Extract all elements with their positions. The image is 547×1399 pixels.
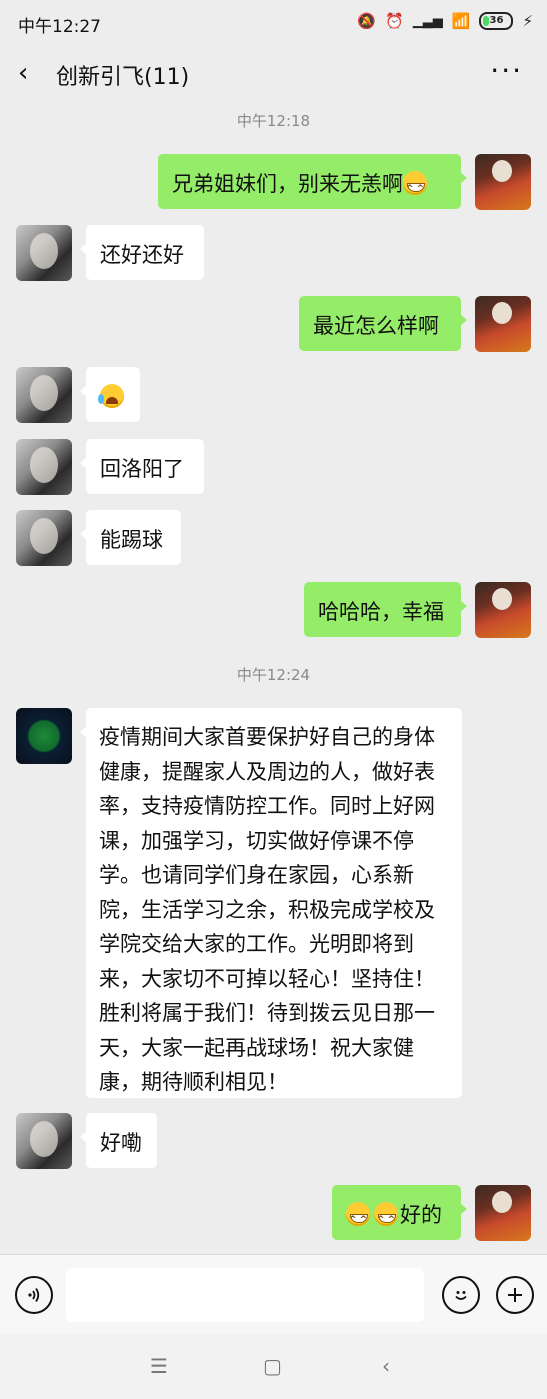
message-bubble-incoming[interactable]: 回洛阳了 <box>80 439 204 494</box>
back-nav-icon[interactable]: ‹ <box>382 1354 390 1378</box>
chat-header: ‹ 创新引飞(11) ··· <box>0 46 547 102</box>
message-text: 能踢球 <box>100 528 163 552</box>
message-input[interactable] <box>66 1268 424 1322</box>
message-bubble-incoming[interactable] <box>80 367 140 422</box>
sender-avatar[interactable] <box>16 708 72 764</box>
message-bubble-outgoing[interactable]: 哈哈哈，幸福 <box>304 582 467 637</box>
message-text: 好嘞 <box>100 1131 142 1155</box>
status-icons: 🔕 ⏰ ▁▃▅ 📶 36 ⚡ <box>357 12 533 30</box>
grin-emoji-icon <box>403 171 427 206</box>
message-text: 疫情期间大家首要保护好自己的身体健康，提醒家人及周边的人，做好表率，支持疫情防控… <box>99 725 435 1094</box>
battery-level: 36 <box>489 15 504 26</box>
status-bar: 中午12:27 🔕 ⏰ ▁▃▅ 📶 36 ⚡ <box>0 0 547 46</box>
message-text: 回洛阳了 <box>100 457 184 481</box>
my-avatar[interactable] <box>475 154 531 210</box>
message-bubble-incoming[interactable]: 好嘞 <box>80 1113 157 1168</box>
timestamp: 中午12:24 <box>236 666 311 684</box>
grin-emoji-icon <box>374 1202 398 1237</box>
smiley-icon[interactable] <box>442 1276 480 1314</box>
message-bubble-incoming[interactable]: 疫情期间大家首要保护好自己的身体健康，提醒家人及周边的人，做好表率，支持疫情防控… <box>80 708 462 1098</box>
message-bubble-outgoing[interactable]: 最近怎么样啊 <box>299 296 467 351</box>
back-icon[interactable]: ‹ <box>18 58 28 88</box>
friend-avatar[interactable] <box>16 367 72 423</box>
grin-emoji-icon <box>346 1202 370 1237</box>
plus-icon[interactable] <box>496 1276 534 1314</box>
voice-waves <box>28 1287 40 1303</box>
menu-icon[interactable]: ☰ <box>150 1354 168 1378</box>
status-time: 中午12:27 <box>18 17 101 37</box>
chat-title: 创新引飞(11) <box>56 65 190 90</box>
message-bubble-incoming[interactable]: 能踢球 <box>80 510 181 565</box>
charging-icon: ⚡ <box>522 12 533 30</box>
mute-icon: 🔕 <box>357 12 377 30</box>
message-list[interactable]: 中午12:18 兄弟姐妹们，别来无恙啊 还好还好 最近怎么样啊 回洛阳了 能踢球… <box>0 102 547 1254</box>
message-bubble-incoming[interactable]: 还好还好 <box>80 225 204 280</box>
alarm-icon: ⏰ <box>385 12 404 30</box>
voice-icon[interactable] <box>15 1276 53 1314</box>
signal-icon: ▁▃▅ <box>412 13 443 29</box>
message-text: 好的 <box>400 1203 442 1227</box>
more-options-icon[interactable]: ··· <box>490 54 523 87</box>
battery-icon: 36 <box>479 12 514 30</box>
my-avatar[interactable] <box>475 582 531 638</box>
timestamp: 中午12:18 <box>236 112 311 130</box>
message-text: 最近怎么样啊 <box>313 314 439 338</box>
message-bubble-outgoing[interactable]: 好的 <box>332 1185 467 1240</box>
friend-avatar[interactable] <box>16 510 72 566</box>
my-avatar[interactable] <box>475 296 531 352</box>
input-bar <box>0 1254 547 1335</box>
smiley-face <box>455 1291 467 1300</box>
message-text: 还好还好 <box>100 243 184 267</box>
my-avatar[interactable] <box>475 1185 531 1241</box>
friend-avatar[interactable] <box>16 439 72 495</box>
friend-avatar[interactable] <box>16 225 72 281</box>
system-nav-bar: ☰ ▢ ‹ <box>0 1334 547 1399</box>
home-icon[interactable]: ▢ <box>263 1354 282 1378</box>
message-text: 兄弟姐妹们，别来无恙啊 <box>172 172 403 196</box>
laugh-cry-emoji-icon <box>98 384 124 408</box>
plus-shape <box>508 1288 522 1302</box>
message-text: 哈哈哈，幸福 <box>318 600 444 624</box>
message-bubble-outgoing[interactable]: 兄弟姐妹们，别来无恙啊 <box>158 154 467 209</box>
wifi-icon: 📶 <box>451 12 471 30</box>
friend-avatar[interactable] <box>16 1113 72 1169</box>
